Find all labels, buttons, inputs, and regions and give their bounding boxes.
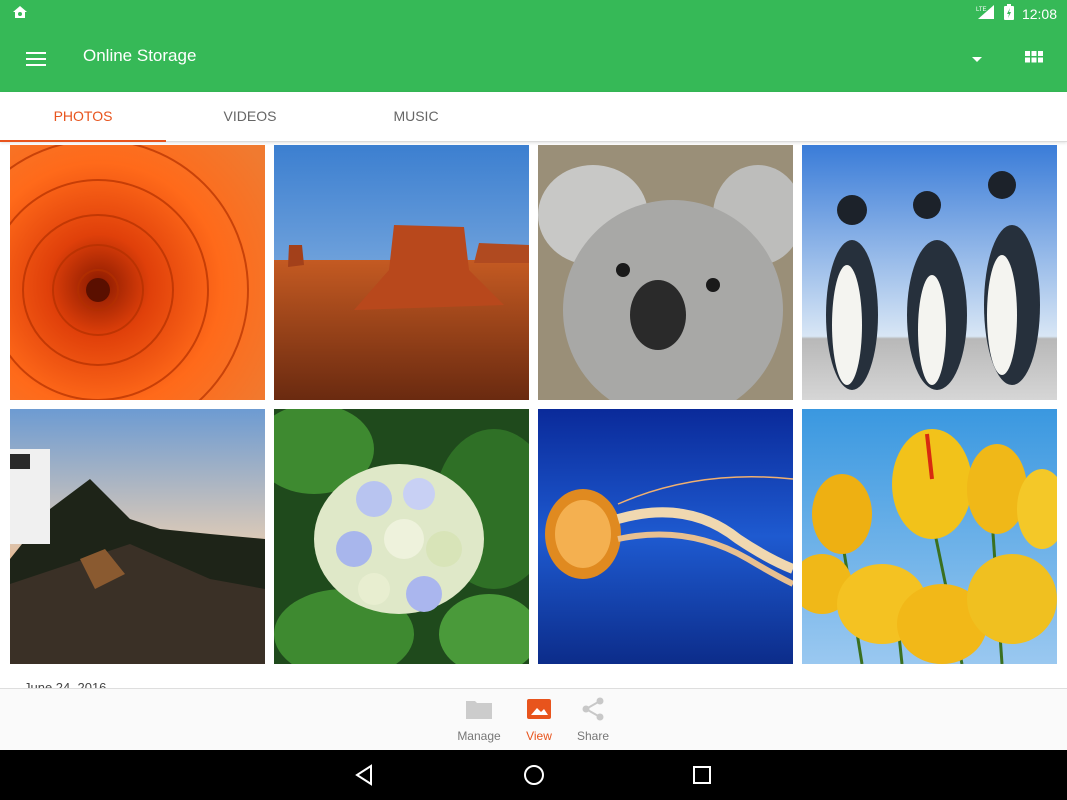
nav-share-button[interactable]: Share [558,695,628,743]
photo-thumbnail-chrysanthemum[interactable] [10,145,265,400]
grid-view-button[interactable] [1020,44,1048,72]
folder-icon [466,701,492,719]
tab-videos[interactable]: VIDEOS [167,92,333,142]
photo-thumbnail-hydrangeas[interactable] [274,409,529,664]
home-circle-icon [524,765,544,785]
menu-button[interactable] [22,46,52,72]
nav-share-label: Share [576,729,610,743]
photo-gallery [10,145,1057,665]
app-bar: Online Storage [0,26,1067,92]
system-home-button[interactable] [522,763,546,787]
photo-thumbnail-penguins[interactable] [802,145,1057,400]
share-icon [582,697,604,721]
home-notification-icon [12,5,28,24]
tab-music[interactable]: MUSIC [333,92,499,142]
tab-photos[interactable]: PHOTOS [0,92,166,142]
system-recents-button[interactable] [690,763,714,787]
battery-charging-icon [1003,4,1014,23]
recents-square-icon [693,766,711,784]
lte-signal-icon: LTE [976,4,996,23]
photo-thumbnail-lighthouse[interactable] [10,409,265,664]
image-icon [527,699,551,719]
status-bar: LTE 12:08 [0,0,1067,26]
bottom-navigation: Manage View Share [0,688,1067,750]
system-back-button[interactable] [353,763,377,787]
grid-view-icon [1025,51,1043,63]
back-triangle-icon [355,764,372,786]
media-tabs: PHOTOS VIDEOS MUSIC [0,92,1067,142]
svg-text:LTE: LTE [976,7,987,13]
photo-thumbnail-jellyfish[interactable] [538,409,793,664]
dropdown-arrow-icon [972,57,982,62]
hamburger-menu-icon [26,52,46,66]
dropdown-button[interactable] [964,46,990,72]
status-time: 12:08 [1021,5,1057,22]
app-title: Online Storage [83,46,197,65]
photo-thumbnail-desert[interactable] [274,145,529,400]
system-navigation-bar [0,750,1067,800]
photo-thumbnail-koala[interactable] [538,145,793,400]
photo-thumbnail-tulips[interactable] [802,409,1057,664]
